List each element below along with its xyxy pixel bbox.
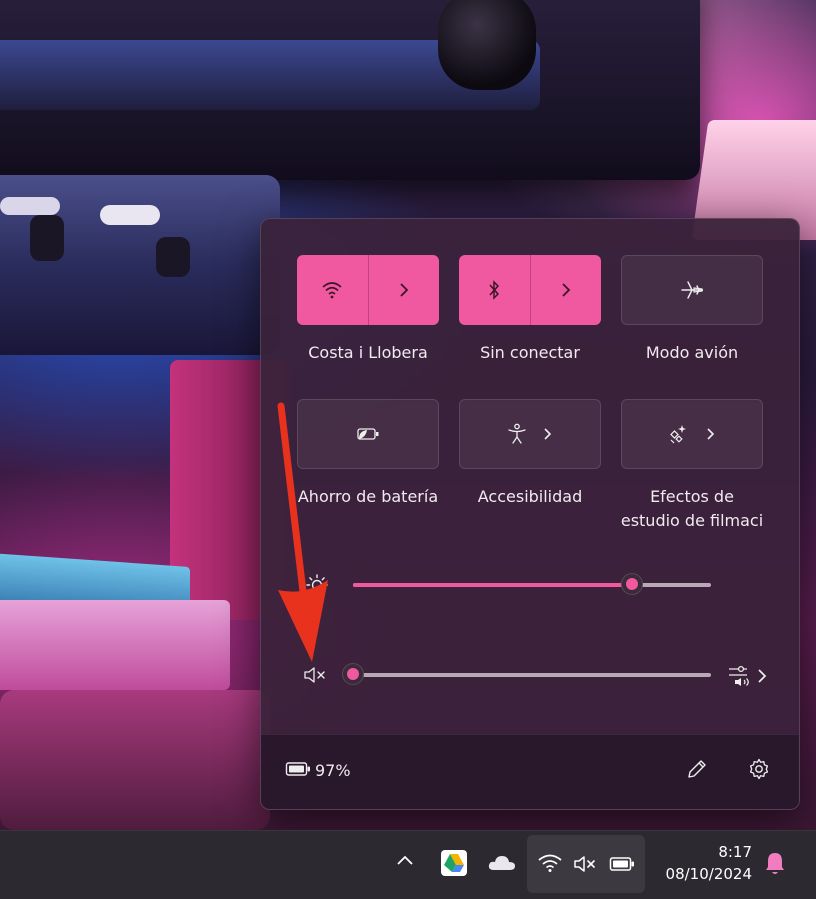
pencil-icon xyxy=(685,757,709,781)
clock-date: 08/10/2024 xyxy=(665,865,752,883)
brightness-slider-fill xyxy=(353,583,632,587)
wifi-expand-button[interactable] xyxy=(369,255,440,325)
audio-output-icon xyxy=(727,663,753,689)
chevron-right-icon xyxy=(560,282,572,298)
bluetooth-tile-label: Sin conectar xyxy=(480,343,580,362)
bluetooth-toggle-button[interactable] xyxy=(459,255,530,325)
google-drive-tray-button[interactable] xyxy=(440,849,468,877)
wallpaper-pink-block xyxy=(0,600,230,690)
wifi-icon xyxy=(321,281,343,299)
taskbar-clock[interactable]: 8:17 08/10/2024 xyxy=(666,841,752,885)
notifications-button[interactable] xyxy=(764,851,786,877)
bluetooth-icon xyxy=(487,280,501,300)
airplane-icon xyxy=(680,280,704,300)
chevron-up-icon xyxy=(395,853,415,867)
wallpaper-bottom xyxy=(0,690,270,830)
red-annotation-arrow xyxy=(277,402,328,662)
clock-time: 8:17 xyxy=(718,843,752,861)
studio-effects-tile-label: Efectos de estudio de filmaci xyxy=(602,485,782,533)
wallpaper-panel xyxy=(0,175,280,355)
battery-icon xyxy=(285,761,311,777)
chevron-right-icon xyxy=(706,427,716,441)
bluetooth-expand-button[interactable] xyxy=(531,255,602,325)
wifi-icon xyxy=(537,853,563,873)
bell-icon xyxy=(764,851,786,877)
studio-effects-label-line1: Efectos de xyxy=(650,487,734,506)
bluetooth-tile xyxy=(459,255,601,325)
accessibility-tile-label: Accesibilidad xyxy=(477,487,583,506)
brightness-slider[interactable] xyxy=(353,573,711,595)
chevron-right-icon xyxy=(543,427,553,441)
chevron-right-icon xyxy=(398,282,410,298)
battery-icon xyxy=(609,856,635,872)
system-tray-quick-settings-button[interactable] xyxy=(527,835,645,893)
quick-settings-footer: 97% xyxy=(261,734,799,809)
wifi-tile-label: Costa i Llobera xyxy=(308,343,428,362)
wallpaper-key xyxy=(156,237,190,277)
onedrive-tray-button[interactable] xyxy=(487,853,517,873)
edit-quick-settings-button[interactable] xyxy=(685,757,709,781)
airplane-mode-button[interactable] xyxy=(621,255,763,325)
audio-output-button[interactable] xyxy=(727,663,767,689)
accessibility-button[interactable] xyxy=(459,399,601,469)
gear-icon xyxy=(747,757,771,781)
onedrive-cloud-icon xyxy=(487,853,517,873)
sparkle-effects-icon xyxy=(668,423,690,445)
speaker-muted-icon xyxy=(573,854,599,874)
battery-percent-text: 97% xyxy=(315,761,351,780)
airplane-tile-label: Modo avión xyxy=(645,343,739,362)
brightness-slider-thumb[interactable] xyxy=(621,573,643,595)
studio-effects-label-line2: estudio de filmaci xyxy=(620,511,764,530)
accessibility-icon xyxy=(507,423,527,445)
wallpaper-key xyxy=(30,215,64,261)
wifi-tile xyxy=(297,255,439,325)
wallpaper-key xyxy=(100,205,160,225)
chevron-right-icon xyxy=(757,668,767,684)
wifi-toggle-button[interactable] xyxy=(297,255,368,325)
wallpaper-knob xyxy=(438,0,536,90)
settings-button[interactable] xyxy=(747,757,771,781)
taskbar: 8:17 08/10/2024 xyxy=(0,830,816,899)
wallpaper-key xyxy=(0,197,60,215)
google-drive-icon xyxy=(440,849,468,877)
studio-effects-button[interactable] xyxy=(621,399,763,469)
volume-slider[interactable] xyxy=(342,663,711,685)
show-hidden-icons-button[interactable] xyxy=(395,853,415,867)
